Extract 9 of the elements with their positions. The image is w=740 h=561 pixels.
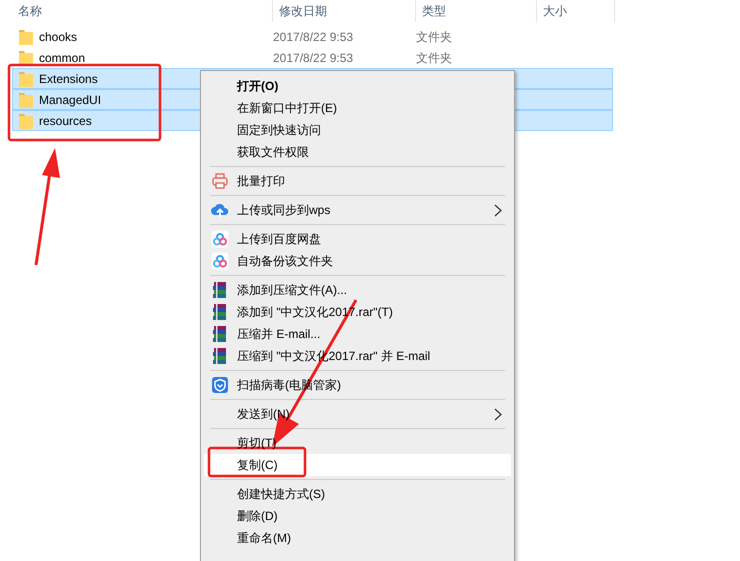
file-name: Extensions [39, 70, 98, 88]
file-type: 文件夹 [416, 28, 452, 46]
file-date: 2017/8/22 9:53 [273, 50, 354, 66]
file-type: 文件夹 [416, 50, 452, 66]
file-name: ManagedUI [39, 92, 102, 108]
file-name: resources [39, 112, 92, 130]
file-date: 2017/8/22 9:53 [273, 28, 354, 46]
file-name: common [39, 50, 86, 66]
file-name: chooks [39, 28, 78, 46]
